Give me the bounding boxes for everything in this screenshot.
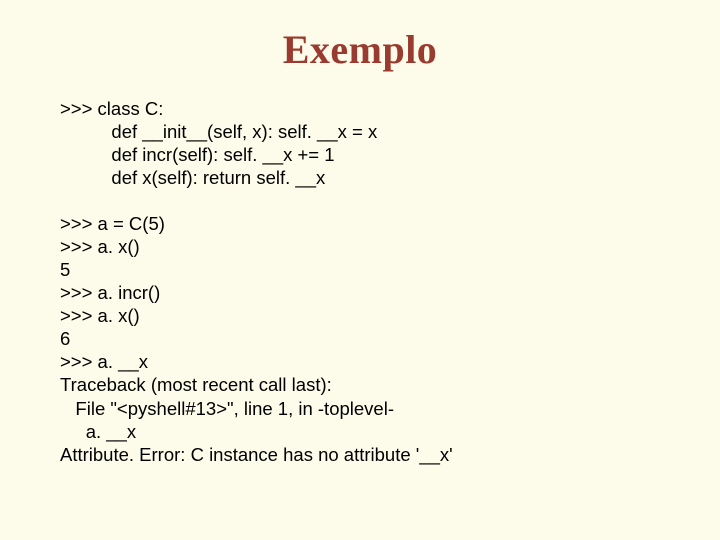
slide: Exemplo >>> class C: def __init__(self, … <box>0 0 720 540</box>
code-block-class-definition: >>> class C: def __init__(self, x): self… <box>60 97 660 190</box>
slide-title: Exemplo <box>60 26 660 73</box>
code-block-repl-session: >>> a = C(5) >>> a. x() 5 >>> a. incr() … <box>60 212 660 466</box>
